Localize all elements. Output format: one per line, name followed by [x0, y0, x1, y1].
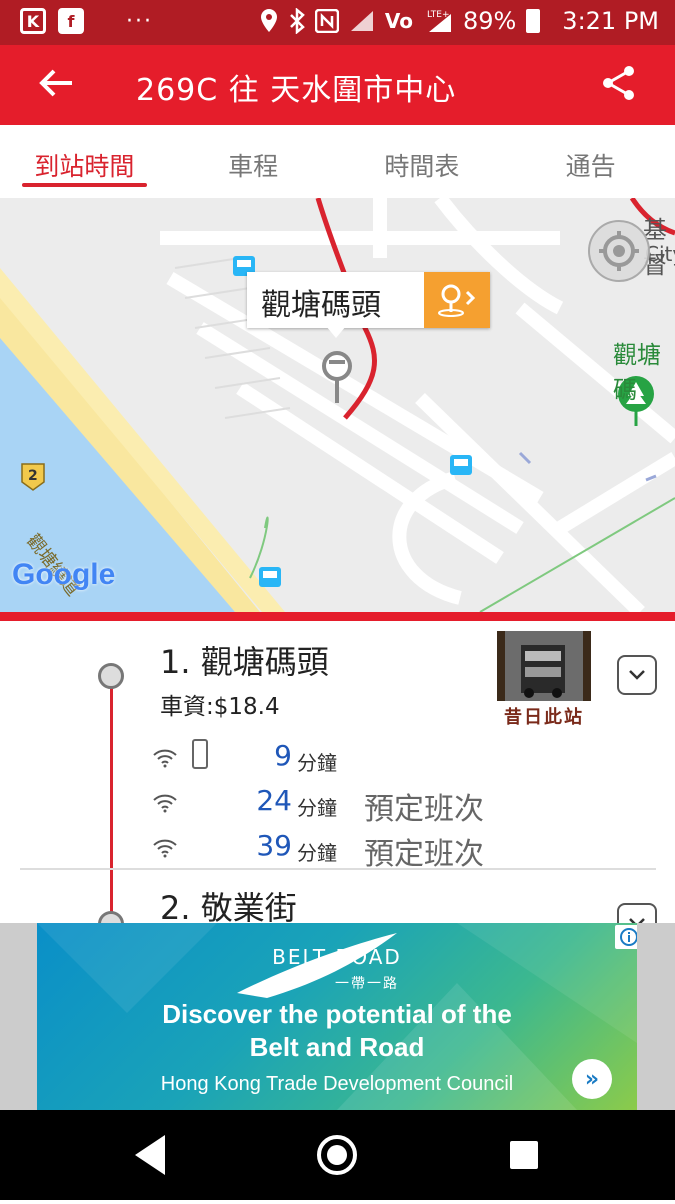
- stop-list: 1. 觀塘碼頭 車資:$18.4 昔日此站 9 分鐘 24 分鐘 預定班次 39: [0, 621, 675, 923]
- ad-headline-1: Discover the potential of the: [162, 999, 512, 1029]
- map-poi-label: 觀塘碼: [613, 341, 661, 404]
- stop-name: 2. 敬業街: [160, 889, 297, 923]
- share-icon[interactable]: [599, 63, 639, 103]
- lte-icon: LTE+: [427, 10, 451, 32]
- phone-icon: [192, 739, 208, 769]
- system-nav-bar: [0, 1110, 675, 1200]
- tab-arrival-time[interactable]: 到站時間: [0, 125, 169, 198]
- app-bar: 269C 往 天水圍市中心: [0, 45, 675, 125]
- back-icon[interactable]: [135, 1135, 165, 1175]
- facebook-icon: f: [58, 8, 84, 34]
- target-icon: [599, 231, 639, 271]
- eta-row: 39 分鐘 預定班次: [0, 829, 675, 873]
- battery-icon: [526, 9, 541, 33]
- volte-icon: Vo: [384, 9, 413, 33]
- callout-label: 觀塘碼頭: [261, 288, 381, 323]
- stop-node-2: [98, 911, 124, 923]
- recents-icon[interactable]: [510, 1141, 538, 1169]
- stop-divider: [20, 868, 656, 870]
- eta-scheduled-note: 預定班次: [364, 792, 484, 827]
- chevron-down-icon: [629, 670, 645, 680]
- eta-minutes: 9: [274, 739, 292, 772]
- bluetooth-icon: [289, 8, 305, 34]
- route-shield-number: 2: [28, 468, 38, 484]
- expand-button[interactable]: [617, 655, 657, 695]
- bus-icon-2: [450, 455, 472, 475]
- wifi-icon: [153, 794, 177, 813]
- more-dots-icon: ···: [126, 8, 153, 34]
- my-location-button[interactable]: [588, 220, 650, 282]
- eta-scheduled-note: 預定班次: [364, 837, 484, 872]
- tab-journey[interactable]: 車程: [169, 125, 338, 198]
- thumbnail-caption: 昔日此站: [504, 707, 584, 728]
- expand-button[interactable]: [617, 903, 657, 923]
- stop-node-1: [98, 663, 124, 689]
- callout-pointer: [326, 326, 346, 338]
- tab-bar: 到站時間 車程 時間表 通告: [0, 125, 675, 198]
- stop-callout[interactable]: 觀塘碼頭: [247, 272, 490, 328]
- wifi-icon: [153, 839, 177, 858]
- eta-unit: 分鐘: [297, 841, 337, 865]
- location-icon: [260, 9, 277, 32]
- ad-headline-2: Belt and Road: [249, 1032, 425, 1062]
- ad-banner[interactable]: BELT ROAD 一帶一路 Discover the potential of…: [0, 923, 675, 1110]
- belt-road-logo: BELT ROAD 一帶一路: [272, 945, 402, 992]
- ad-next-icon[interactable]: »: [572, 1059, 612, 1099]
- google-logo: Google: [12, 558, 116, 591]
- signal-icon: [350, 11, 373, 31]
- clock: 3:21 PM: [562, 7, 659, 35]
- nfc-icon: [314, 9, 339, 33]
- battery-percent: 89%: [462, 7, 517, 35]
- eta-row: 24 分鐘 預定班次: [0, 784, 675, 828]
- eta-minutes: 39: [256, 829, 292, 862]
- ad-creative[interactable]: BELT ROAD 一帶一路 Discover the potential of…: [37, 923, 637, 1110]
- kmb-app-icon: K: [20, 8, 46, 34]
- ad-sponsor: Hong Kong Trade Development Council: [160, 1073, 514, 1095]
- directions-icon[interactable]: [424, 272, 490, 328]
- map-canvas: [0, 198, 675, 612]
- status-bar: K f ··· Vo LTE+ 89% 3:21 PM: [0, 0, 675, 45]
- eta-minutes: 24: [256, 784, 292, 817]
- bus-icon-3: [259, 567, 281, 587]
- past-photo-thumbnail[interactable]: 昔日此站: [497, 631, 591, 733]
- tab-notices[interactable]: 通告: [506, 125, 675, 198]
- eta-row: 9 分鐘: [0, 739, 675, 783]
- ad-choices[interactable]: [615, 925, 637, 949]
- eta-unit: 分鐘: [297, 751, 337, 775]
- eta-unit: 分鐘: [297, 796, 337, 820]
- bus-photo: [497, 631, 591, 701]
- back-arrow-icon[interactable]: [34, 61, 78, 115]
- stop-name: 1. 觀塘碼頭: [160, 643, 329, 681]
- tab-timetable[interactable]: 時間表: [338, 125, 507, 198]
- info-icon: [620, 928, 637, 946]
- map-divider-bar: [0, 612, 675, 621]
- route-title: 269C 往 天水圍市中心: [136, 73, 457, 108]
- route-map[interactable]: 2 基督 City 觀塘碼 觀塘繞道 觀塘碼頭 Google: [0, 198, 675, 612]
- stop-fare: 車資:$18.4: [160, 694, 280, 720]
- wifi-icon: [153, 749, 177, 768]
